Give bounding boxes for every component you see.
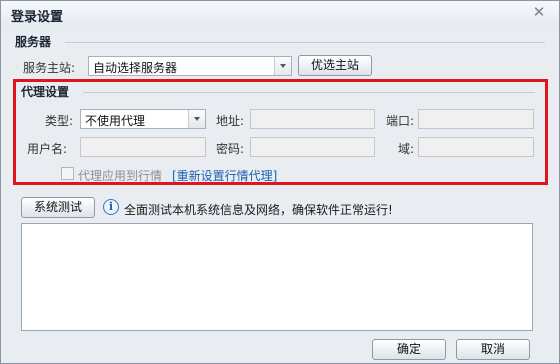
info-icon: i [103, 199, 119, 215]
server-section-divider [65, 42, 545, 43]
apply-proxy-to-quotes-checkbox[interactable] [61, 167, 74, 180]
proxy-password-label: 密码: [216, 142, 245, 156]
server-section-title: 服务器 [15, 35, 52, 49]
chevron-down-icon[interactable] [188, 110, 205, 128]
system-test-output[interactable] [21, 223, 533, 331]
proxy-address-label: 地址: [216, 114, 245, 128]
proxy-type-label: 类型: [45, 114, 74, 128]
proxy-section-divider [83, 92, 535, 93]
title-bar: 登录设置 ✕ [1, 1, 559, 27]
proxy-password-input[interactable] [250, 137, 375, 157]
proxy-type-value: 不使用代理 [85, 114, 146, 128]
server-host-value: 自动选择服务器 [93, 61, 178, 75]
proxy-username-input[interactable] [80, 137, 206, 157]
proxy-port-label: 端口: [386, 114, 415, 128]
login-settings-dialog: 登录设置 ✕ 服务器 服务主站: 自动选择服务器 优选主站 代理设置 类型: 不… [0, 0, 560, 364]
proxy-address-input[interactable] [250, 109, 375, 129]
system-test-button[interactable]: 系统测试 [21, 197, 95, 218]
reset-quotes-proxy-link[interactable]: [重新设置行情代理] [172, 167, 277, 184]
server-host-label: 服务主站: [23, 61, 76, 75]
server-host-select[interactable]: 自动选择服务器 [88, 56, 292, 76]
proxy-port-input[interactable] [418, 109, 534, 129]
ok-button[interactable]: 确定 [372, 339, 446, 360]
chevron-down-icon[interactable] [274, 57, 291, 75]
select-best-server-button[interactable]: 优选主站 [298, 55, 372, 76]
proxy-section-title: 代理设置 [21, 85, 70, 99]
dialog-title: 登录设置 [11, 10, 64, 25]
proxy-domain-input[interactable] [418, 137, 534, 157]
cancel-button[interactable]: 取消 [456, 339, 530, 360]
close-icon[interactable]: ✕ [531, 4, 547, 20]
proxy-type-select[interactable]: 不使用代理 [80, 109, 206, 129]
proxy-domain-label: 域: [398, 142, 415, 156]
system-test-info-text: 全面测试本机系统信息及网络，确保软件正常运行! [124, 203, 393, 217]
apply-proxy-to-quotes-label: 代理应用到行情 [78, 169, 163, 183]
proxy-username-label: 用户名: [27, 142, 68, 156]
